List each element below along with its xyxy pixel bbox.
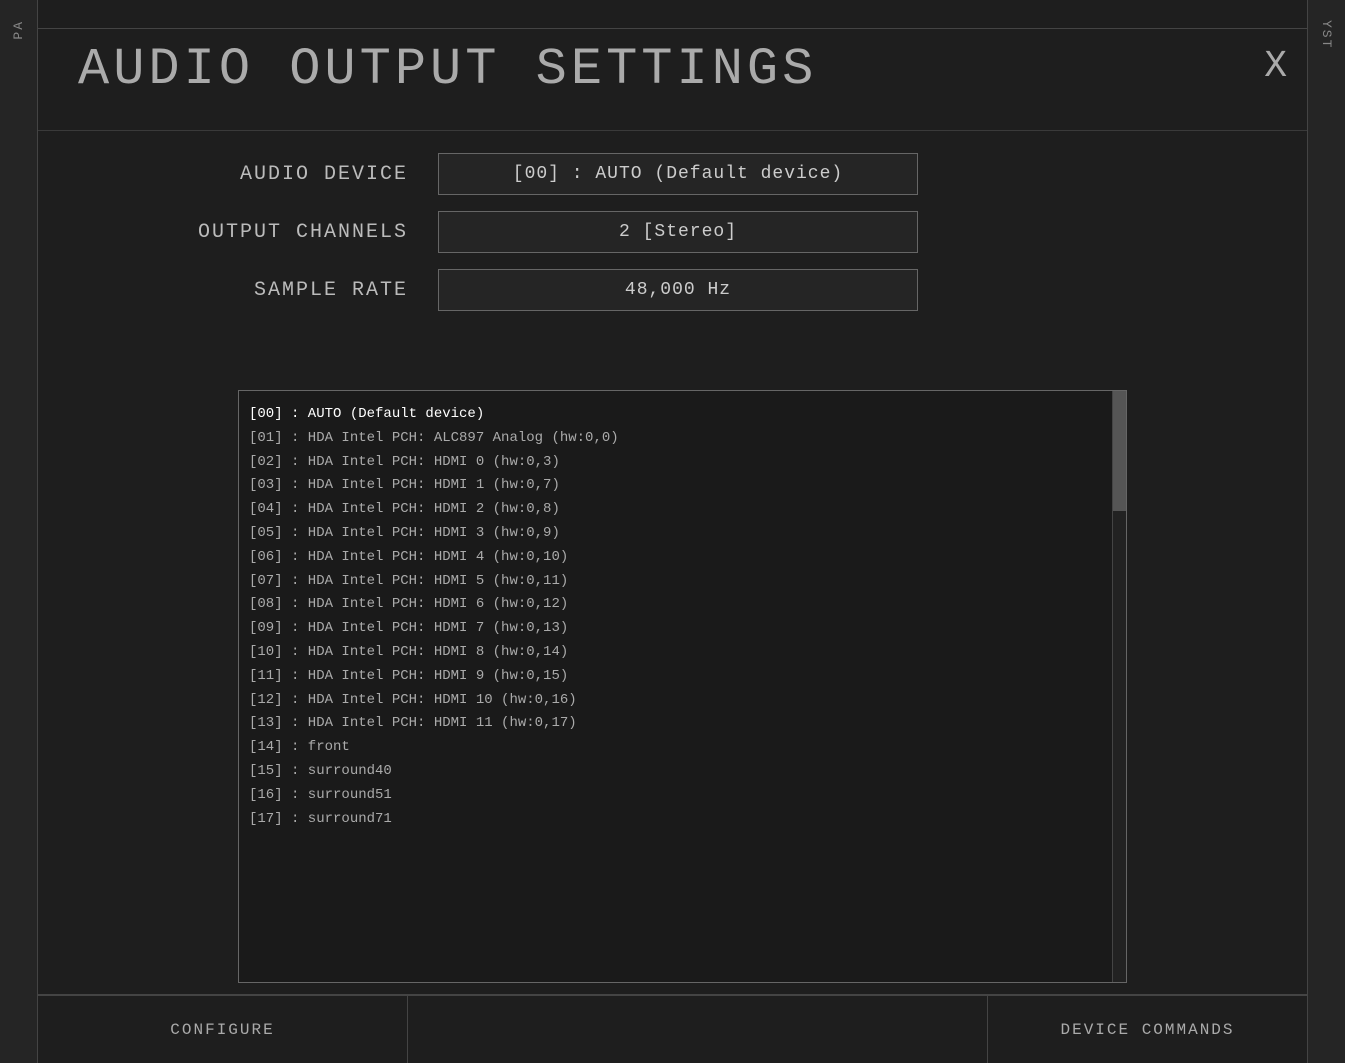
- device-list-item[interactable]: [02] : HDA Intel PCH: HDMI 0 (hw:0,3): [249, 451, 1102, 475]
- sample-rate-row: SAMPLE RATE 48,000 Hz: [38, 261, 1307, 319]
- device-list-item[interactable]: [15] : surround40: [249, 760, 1102, 784]
- device-list-container: [00] : AUTO (Default device)[01] : HDA I…: [238, 390, 1127, 983]
- audio-device-row: AUDIO DEVICE [00] : AUTO (Default device…: [38, 145, 1307, 203]
- sample-rate-label: SAMPLE RATE: [78, 279, 438, 302]
- device-list-item[interactable]: [17] : surround71: [249, 808, 1102, 832]
- device-list-item[interactable]: [07] : HDA Intel PCH: HDMI 5 (hw:0,11): [249, 570, 1102, 594]
- device-commands-button[interactable]: DEVICE COMMANDS: [987, 996, 1307, 1063]
- left-sidebar-label: PA: [11, 20, 26, 40]
- device-list-item[interactable]: [09] : HDA Intel PCH: HDMI 7 (hw:0,13): [249, 617, 1102, 641]
- scrollbar-thumb[interactable]: [1113, 391, 1126, 511]
- footer-bar: CONFIGURE DEVICE COMMANDS: [38, 995, 1307, 1063]
- device-list-item[interactable]: [03] : HDA Intel PCH: HDMI 1 (hw:0,7): [249, 474, 1102, 498]
- device-list-item[interactable]: [08] : HDA Intel PCH: HDMI 6 (hw:0,12): [249, 593, 1102, 617]
- main-content: AUDIO OUTPUT SETTINGS X AUDIO DEVICE [00…: [38, 0, 1307, 1063]
- page-title: AUDIO OUTPUT SETTINGS: [78, 40, 1247, 99]
- settings-container: AUDIO DEVICE [00] : AUTO (Default device…: [38, 145, 1307, 319]
- device-list-item[interactable]: [01] : HDA Intel PCH: ALC897 Analog (hw:…: [249, 427, 1102, 451]
- device-list-item[interactable]: [13] : HDA Intel PCH: HDMI 11 (hw:0,17): [249, 712, 1102, 736]
- right-sidebar-label: YST: [1319, 20, 1334, 49]
- left-sidebar: PA: [0, 0, 38, 1063]
- device-list-item[interactable]: [06] : HDA Intel PCH: HDMI 4 (hw:0,10): [249, 546, 1102, 570]
- top-border-line: [38, 28, 1307, 29]
- device-list-item[interactable]: [00] : AUTO (Default device): [249, 403, 1102, 427]
- close-button[interactable]: X: [1264, 48, 1287, 86]
- device-list-scroll[interactable]: [00] : AUTO (Default device)[01] : HDA I…: [239, 391, 1112, 982]
- output-channels-label: OUTPUT CHANNELS: [78, 221, 438, 244]
- device-list-item[interactable]: [10] : HDA Intel PCH: HDMI 8 (hw:0,14): [249, 641, 1102, 665]
- device-list-item[interactable]: [14] : front: [249, 736, 1102, 760]
- device-list-item[interactable]: [12] : HDA Intel PCH: HDMI 10 (hw:0,16): [249, 689, 1102, 713]
- sample-rate-dropdown[interactable]: 48,000 Hz: [438, 269, 918, 311]
- device-list-item[interactable]: [16] : surround51: [249, 784, 1102, 808]
- output-channels-dropdown[interactable]: 2 [Stereo]: [438, 211, 918, 253]
- device-list-item[interactable]: [04] : HDA Intel PCH: HDMI 2 (hw:0,8): [249, 498, 1102, 522]
- device-list-item[interactable]: [11] : HDA Intel PCH: HDMI 9 (hw:0,15): [249, 665, 1102, 689]
- audio-device-dropdown[interactable]: [00] : AUTO (Default device): [438, 153, 918, 195]
- title-rule: [38, 130, 1307, 131]
- scrollbar-track: [1112, 391, 1126, 982]
- title-bar: AUDIO OUTPUT SETTINGS: [78, 40, 1247, 99]
- audio-device-label: AUDIO DEVICE: [78, 163, 438, 186]
- device-list-item[interactable]: [05] : HDA Intel PCH: HDMI 3 (hw:0,9): [249, 522, 1102, 546]
- output-channels-row: OUTPUT CHANNELS 2 [Stereo]: [38, 203, 1307, 261]
- configure-button[interactable]: CONFIGURE: [38, 996, 408, 1063]
- right-sidebar: YST: [1307, 0, 1345, 1063]
